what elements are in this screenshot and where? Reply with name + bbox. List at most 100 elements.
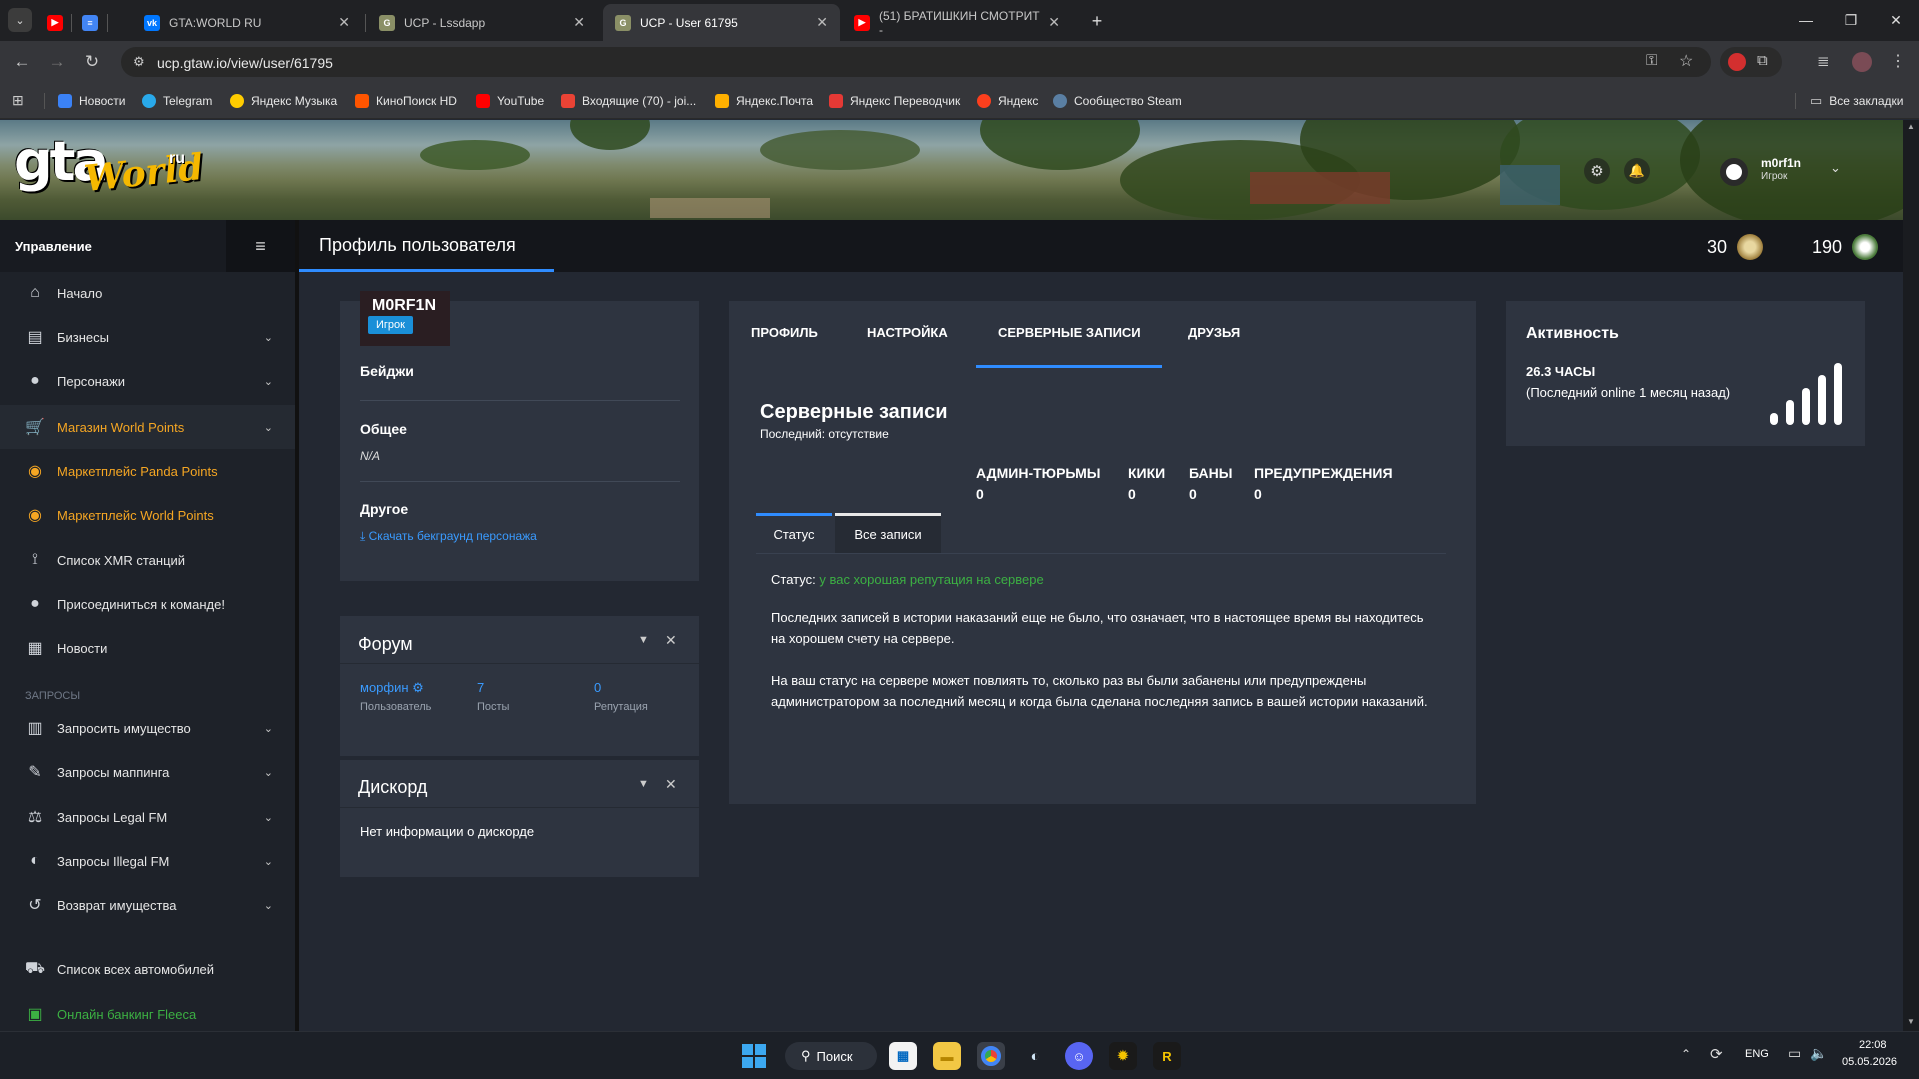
network-icon[interactable]: ▭ [1788, 1045, 1801, 1062]
world-points-counter[interactable]: 190 [1812, 234, 1879, 260]
close-icon[interactable]: ✕ [1040, 14, 1060, 31]
tab-search-button[interactable]: ⌄ [8, 8, 32, 32]
sidebar-item-join-team[interactable]: ● Присоединиться к команде! [0, 584, 295, 624]
sidebar-item-world-points-shop[interactable]: 🛒 Магазин World Points ⌄ [0, 405, 295, 449]
panda-points-counter[interactable]: 30 [1707, 234, 1764, 260]
steam-icon[interactable]: ◐ [1021, 1042, 1049, 1070]
subtab-all-records[interactable]: Все записи [835, 513, 941, 553]
bookmark-gmail[interactable]: Входящие (70) - joi... [561, 91, 696, 111]
chrome-icon[interactable] [977, 1042, 1005, 1070]
profile-avatar-icon[interactable] [1852, 52, 1872, 72]
gtaworld-logo[interactable]: gta World ru [14, 130, 205, 210]
collapse-caret-icon[interactable]: ▼ [638, 778, 649, 790]
bookmark-telegram[interactable]: Telegram [142, 91, 212, 111]
download-background-link[interactable]: ⤓ Скачать бекграунд персонажа [360, 529, 537, 544]
clock-time[interactable]: 22:08 [1859, 1039, 1887, 1051]
sidebar-item-label: Присоединиться к команде! [57, 596, 225, 612]
browser-tab-docs-pinned[interactable]: ≡ [73, 4, 107, 41]
bookmark-star-icon[interactable]: ☆ [1679, 51, 1693, 71]
browser-tab-ucp-user-active[interactable]: G UCP - User 61795 ✕ [603, 4, 840, 41]
tab-profile[interactable]: ПРОФИЛЬ [751, 325, 818, 340]
scroll-up-arrow-icon[interactable]: ▲ [1907, 122, 1915, 131]
notifications-bell-icon[interactable]: 🔔 [1624, 158, 1650, 184]
bookmark-yandex-music[interactable]: Яндекс Музыка [230, 91, 337, 111]
sidebar-item-businesses[interactable]: ▤ Бизнесы ⌄ [0, 317, 295, 357]
app-star-icon[interactable]: ✹ [1109, 1042, 1137, 1070]
close-icon[interactable]: ✕ [808, 14, 828, 31]
restore-button[interactable]: ❐ [1831, 8, 1871, 32]
bookmark-youtube[interactable]: YouTube [476, 91, 544, 111]
close-icon[interactable]: ✕ [565, 14, 585, 31]
sidebar-item-characters[interactable]: ● Персонажи ⌄ [0, 361, 295, 401]
subtab-status[interactable]: Статус [756, 513, 832, 553]
password-key-icon[interactable]: ⚿ [1646, 52, 1657, 69]
sidebar-scrollbar[interactable] [295, 220, 299, 1031]
reload-button[interactable]: ↻ [80, 50, 104, 74]
browser-menu-icon[interactable]: ⋮ [1890, 51, 1906, 71]
sidebar-item-property-return[interactable]: ↺ Возврат имущества ⌄ [0, 885, 295, 925]
forum-rep-value[interactable]: 0 [594, 680, 601, 695]
close-icon[interactable]: ✕ [330, 14, 350, 31]
bookmark-yandex-mail[interactable]: Яндекс.Почта [715, 91, 813, 111]
back-button[interactable]: ← [10, 50, 34, 74]
sidebar-item-illegal-fm[interactable]: ◐ Запросы Illegal FM ⌄ [0, 841, 295, 881]
discord-icon[interactable]: ☺ [1065, 1042, 1093, 1070]
close-icon[interactable]: ✕ [665, 776, 677, 793]
ms-store-icon[interactable]: ▦ [889, 1042, 917, 1070]
all-bookmarks-button[interactable]: ▭ Все закладки [1810, 91, 1904, 111]
taskbar-search-box[interactable]: ⚲ Поиск [785, 1042, 877, 1070]
bookmark-yandex[interactable]: Яндекс [977, 91, 1038, 111]
browser-tab-youtube-bratishkin[interactable]: ▶ (51) БРАТИШКИН СМОТРИТ - ✕ [842, 4, 1072, 41]
bookmark-novosti[interactable]: Новости [58, 91, 125, 111]
bookmark-yandex-translate[interactable]: Яндекс Переводчик [829, 91, 960, 111]
media-control-icon[interactable]: ≣ [1817, 52, 1830, 70]
new-tab-button[interactable]: + [1085, 9, 1109, 33]
sidebar-item-all-cars[interactable]: ⛟ Список всех автомобилей [0, 949, 295, 989]
sidebar-item-fleeca-banking[interactable]: ▣ Онлайн банкинг Fleeca [0, 994, 295, 1034]
sidebar-item-news[interactable]: ▦ Новости [0, 628, 295, 668]
page-scrollbar[interactable]: ▲ ▼ [1903, 120, 1919, 1031]
windows-start-icon[interactable] [740, 1042, 768, 1070]
sidebar-item-mapping-requests[interactable]: ✎ Запросы маппинга ⌄ [0, 752, 295, 792]
bookmark-steam[interactable]: Сообщество Steam [1053, 91, 1182, 111]
sidebar-item-xmr-stations[interactable]: ⟟ Список XMR станций [0, 540, 295, 580]
hamburger-menu-icon[interactable]: ≡ [226, 220, 295, 272]
sidebar-item-request-property[interactable]: ▥ Запросить имущество ⌄ [0, 708, 295, 748]
adblock-extension-icon[interactable] [1728, 53, 1746, 71]
close-icon[interactable]: ✕ [665, 632, 677, 649]
language-indicator[interactable]: ENG [1745, 1048, 1769, 1060]
scroll-down-arrow-icon[interactable]: ▼ [1907, 1017, 1915, 1026]
browser-tab-ucp-lssdapp[interactable]: G UCP - Lssdapp ✕ [367, 4, 597, 41]
sidebar-item-world-marketplace[interactable]: ◉ Маркетплейс World Points [0, 495, 295, 535]
clock-date[interactable]: 05.05.2026 [1842, 1056, 1897, 1068]
tab-settings[interactable]: НАСТРОЙКА [867, 325, 948, 340]
sidebar-item-home[interactable]: ⌂ Начало [0, 273, 295, 313]
tab-server-records[interactable]: СЕРВЕРНЫЕ ЗАПИСИ [998, 325, 1141, 340]
forward-button[interactable]: → [45, 50, 69, 74]
address-bar[interactable]: ⚙ ucp.gtaw.io/view/user/61795 ⚿ ☆ [121, 47, 1711, 77]
extensions-puzzle-icon[interactable]: ⧉ [1757, 52, 1768, 69]
minimize-button[interactable]: — [1786, 8, 1826, 32]
collapse-caret-icon[interactable]: ▼ [638, 634, 649, 646]
world-coin-icon [1852, 234, 1879, 260]
tab-title: UCP - Lssdapp [404, 15, 486, 30]
url-text[interactable]: ucp.gtaw.io/view/user/61795 [157, 55, 333, 71]
file-explorer-icon[interactable]: ▬ [933, 1042, 961, 1070]
sidebar-item-legal-fm[interactable]: ⚖ Запросы Legal FM ⌄ [0, 797, 295, 837]
user-menu[interactable]: m0rf1n Игрок ⌄ [1710, 154, 1890, 190]
browser-tab-youtube-pinned[interactable]: ▶ [38, 4, 72, 41]
tray-sync-icon[interactable]: ⟳ [1710, 1045, 1723, 1063]
tray-chevron-icon[interactable]: ⌃ [1681, 1047, 1691, 1061]
volume-icon[interactable]: 🔈 [1810, 1045, 1827, 1062]
forum-user-link[interactable]: морфин ⚙ [360, 680, 424, 696]
rockstar-launcher-icon[interactable]: R [1153, 1042, 1181, 1070]
browser-tab-gtaworld-vk[interactable]: vk GTA:WORLD RU ✕ [132, 4, 362, 41]
site-info-icon[interactable]: ⚙ [133, 54, 145, 70]
settings-gear-icon[interactable]: ⚙ [1584, 158, 1610, 184]
bookmark-kinopoisk[interactable]: КиноПоиск HD [355, 91, 457, 111]
forum-posts-value[interactable]: 7 [477, 680, 484, 695]
tab-friends[interactable]: ДРУЗЬЯ [1188, 325, 1240, 340]
close-window-button[interactable]: ✕ [1876, 8, 1916, 32]
apps-grid-icon[interactable]: ⊞ [12, 92, 24, 109]
sidebar-item-panda-marketplace[interactable]: ◉ Маркетплейс Panda Points [0, 451, 295, 491]
